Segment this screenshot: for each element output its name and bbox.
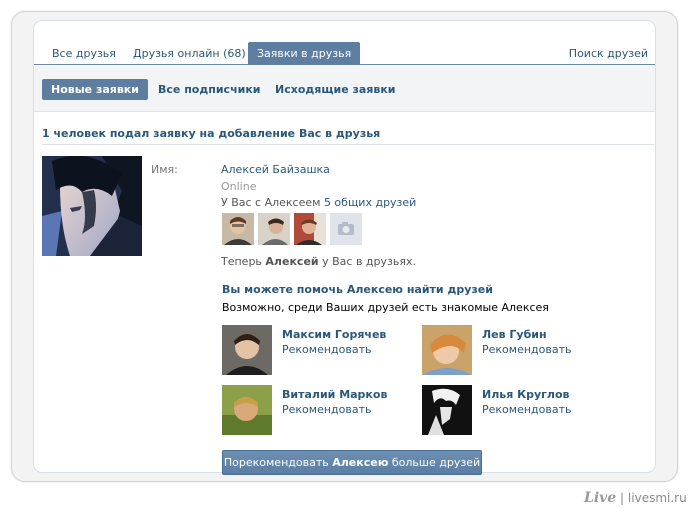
name-label: Имя:	[151, 163, 178, 176]
search-friends-link[interactable]: Поиск друзей	[569, 42, 648, 65]
mutual-friend-thumb[interactable]	[258, 213, 290, 245]
tab-friends-online[interactable]: Друзья онлайн (68)	[124, 42, 255, 65]
tab-friend-requests[interactable]: Заявки в друзья	[248, 42, 361, 65]
watermark-site: livesmi.ru	[627, 491, 687, 505]
recommend-photo[interactable]	[222, 385, 272, 435]
mutual-friend-thumb[interactable]	[222, 213, 254, 245]
main-tabs: Все друзья Друзья онлайн (68) Заявки в д…	[34, 21, 655, 65]
recommend-link[interactable]: Рекомендовать	[282, 343, 371, 356]
recommend-photo[interactable]	[222, 325, 272, 375]
divider	[42, 144, 654, 145]
help-title: Вы можете помочь Алексею найти друзей	[222, 283, 493, 296]
subtab-all-subscribers[interactable]: Все подписчики	[149, 79, 270, 100]
mutual-friends-text: У Вас с Алексеем 5 общих друзей	[221, 196, 416, 209]
request-subtabs: Новые заявки Все подписчики Исходящие за…	[34, 66, 655, 112]
subtab-new-requests[interactable]: Новые заявки	[42, 79, 148, 100]
now-friends-text: Теперь Алексей у Вас в друзьях.	[221, 255, 416, 268]
online-status: Online	[221, 180, 257, 193]
window-frame: Все друзья Друзья онлайн (68) Заявки в д…	[11, 11, 678, 482]
live-logo: Live	[584, 490, 617, 506]
mutual-prefix: У Вас с Алексеем	[221, 196, 321, 209]
friends-panel: Все друзья Друзья онлайн (68) Заявки в д…	[33, 20, 656, 475]
recommend-name[interactable]: Максим Горячев	[282, 328, 386, 341]
recommend-photo[interactable]	[422, 385, 472, 435]
now-suffix: у Вас в друзьях.	[322, 255, 416, 268]
recommend-name[interactable]: Илья Круглов	[482, 388, 569, 401]
recommend-photo[interactable]	[422, 325, 472, 375]
watermark-separator: |	[620, 491, 625, 505]
recommend-name[interactable]: Лев Губин	[482, 328, 547, 341]
button-prefix: Порекомендовать	[223, 456, 329, 469]
requester-name[interactable]: Алексей Байзашка	[221, 163, 330, 176]
button-name: Алексею	[332, 456, 389, 469]
button-suffix: больше друзей	[391, 456, 481, 469]
recommend-link[interactable]: Рекомендовать	[482, 343, 571, 356]
recommend-link[interactable]: Рекомендовать	[282, 403, 371, 416]
mutual-friends-link[interactable]: 5 общих друзей	[324, 196, 416, 209]
tab-all-friends[interactable]: Все друзья	[43, 42, 125, 65]
recommend-name[interactable]: Виталий Марков	[282, 388, 387, 401]
now-prefix: Теперь	[221, 255, 262, 268]
requester-avatar[interactable]	[42, 156, 142, 256]
site-watermark: Live | livesmi.ru	[584, 490, 687, 510]
help-subtitle: Возможно, среди Ваших друзей есть знаком…	[222, 301, 549, 314]
camera-placeholder-icon[interactable]	[330, 213, 362, 245]
mutual-friend-thumb[interactable]	[294, 213, 326, 245]
now-name: Алексей	[265, 255, 319, 268]
section-title: 1 человек подал заявку на добавление Вас…	[42, 127, 381, 140]
recommend-link[interactable]: Рекомендовать	[482, 403, 571, 416]
subtab-outgoing-requests[interactable]: Исходящие заявки	[266, 79, 405, 100]
recommend-more-friends-button[interactable]: Порекомендовать Алексею больше друзей	[222, 450, 482, 475]
